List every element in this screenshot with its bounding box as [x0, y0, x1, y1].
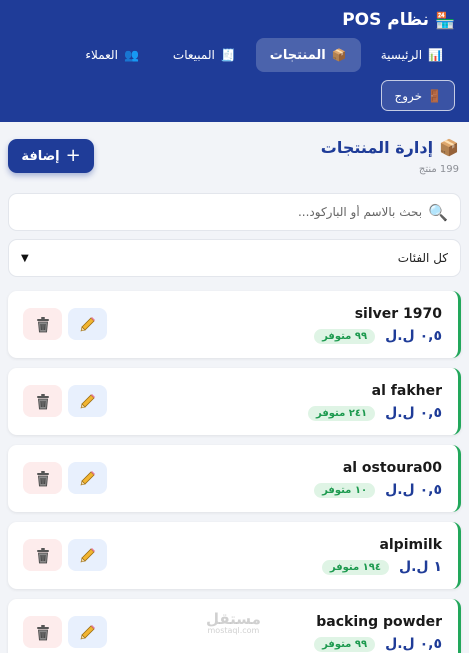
- stock-badge: ٩٩ متوفر: [314, 328, 376, 344]
- stock-badge: ١٠ متوفر: [314, 482, 376, 498]
- edit-button[interactable]: [68, 385, 107, 417]
- page-title-text: إدارة المنتجات: [320, 138, 434, 157]
- product-name: backing powder: [316, 614, 442, 630]
- search-box: 🔍: [8, 193, 461, 231]
- nav-customers-label: العملاء: [85, 48, 118, 62]
- logout-button[interactable]: 🚪 خروج: [381, 80, 455, 111]
- nav-home-label: الرئيسية: [380, 48, 423, 62]
- nav-sales-label: المبيعات: [172, 48, 215, 62]
- edit-button[interactable]: [68, 616, 107, 648]
- product-price: ٠,٥ ل.ل: [385, 328, 442, 344]
- edit-button[interactable]: [68, 462, 107, 494]
- logout-label: خروج: [394, 88, 423, 103]
- product-actions: [23, 308, 107, 340]
- nav-customers[interactable]: 👥 العملاء: [71, 38, 152, 72]
- product-list: silver 1970 ٠,٥ ل.ل ٩٩ متوفر al fakher ٠…: [8, 291, 461, 653]
- product-info: ٠,٥ ل.ل ٢٤١ متوفر: [307, 405, 442, 421]
- box-icon: 📦: [331, 48, 347, 62]
- product-card: al ostoura00 ٠,٥ ل.ل ١٠ متوفر: [8, 445, 461, 512]
- product-name: alpimilk: [379, 537, 442, 553]
- product-actions: [23, 385, 107, 417]
- product-count: 199 منتج: [418, 164, 459, 175]
- product-card: silver 1970 ٠,٥ ل.ل ٩٩ متوفر: [8, 291, 461, 358]
- delete-button[interactable]: [23, 308, 62, 340]
- nav-products[interactable]: 📦 المنتجات: [255, 38, 361, 72]
- pencil-icon: [80, 393, 95, 408]
- product-name: al fakher: [371, 383, 442, 399]
- product-price: ٠,٥ ل.ل: [385, 482, 442, 498]
- product-actions: [23, 462, 107, 494]
- delete-button[interactable]: [23, 616, 62, 648]
- stock-badge: ٢٤١ متوفر: [307, 405, 376, 421]
- nav-home[interactable]: 📊 الرئيسية: [367, 38, 457, 72]
- category-select-value: كل الفئات: [397, 251, 448, 265]
- category-select[interactable]: كل الفئات ▼: [8, 239, 461, 277]
- receipt-icon: 🧾: [220, 48, 236, 62]
- app-title: نظام POS: [342, 10, 430, 30]
- pencil-icon: [80, 624, 95, 639]
- trash-icon: [36, 470, 49, 486]
- product-price: ٠,٥ ل.ل: [385, 405, 442, 421]
- nav-sales[interactable]: 🧾 المبيعات: [159, 38, 250, 72]
- stock-badge: ١٩٤ متوفر: [321, 559, 389, 575]
- add-product-button[interactable]: + إضافة: [8, 139, 94, 173]
- add-product-label: إضافة: [21, 148, 60, 164]
- door-icon: 🚪: [427, 88, 442, 103]
- product-actions: [23, 539, 107, 571]
- app-brand: 🏪 نظام POS: [342, 10, 455, 30]
- delete-button[interactable]: [23, 385, 62, 417]
- watermark-sub: mostaql.com: [207, 626, 260, 635]
- product-info: ٠,٥ ل.ل ١٠ متوفر: [314, 482, 442, 498]
- product-name: silver 1970: [354, 306, 442, 322]
- main-nav: 📊 الرئيسية 📦 المنتجات 🧾 المبيعات 👥 العمل…: [71, 38, 457, 72]
- product-info: ٠,٥ ل.ل ٩٩ متوفر: [314, 636, 442, 652]
- app-header: 🏪 نظام POS 📊 الرئيسية 📦 المنتجات 🧾 المبي…: [0, 0, 469, 122]
- search-icon: 🔍: [428, 202, 448, 222]
- trash-icon: [36, 547, 49, 563]
- product-price: ٠,٥ ل.ل: [385, 636, 442, 652]
- edit-button[interactable]: [68, 539, 107, 571]
- product-name: al ostoura00: [342, 460, 442, 476]
- box-icon: 📦: [439, 138, 459, 157]
- edit-button[interactable]: [68, 308, 107, 340]
- product-actions: [23, 616, 107, 648]
- pencil-icon: [80, 316, 95, 331]
- search-input[interactable]: [21, 205, 423, 219]
- product-card: alpimilk ١ ل.ل ١٩٤ متوفر: [8, 522, 461, 589]
- product-card: al fakher ٠,٥ ل.ل ٢٤١ متوفر: [8, 368, 461, 435]
- delete-button[interactable]: [23, 462, 62, 494]
- nav-products-label: المنتجات: [269, 47, 326, 63]
- plus-icon: +: [65, 145, 81, 166]
- delete-button[interactable]: [23, 539, 62, 571]
- chart-icon: 📊: [428, 48, 443, 62]
- users-icon: 👥: [123, 48, 139, 62]
- trash-icon: [36, 316, 49, 332]
- page-header: 📦 إدارة المنتجات 199 منتج + إضافة: [8, 138, 459, 182]
- product-info: ٠,٥ ل.ل ٩٩ متوفر: [314, 328, 442, 344]
- stock-badge: ٩٩ متوفر: [314, 636, 376, 652]
- pencil-icon: [80, 470, 95, 485]
- product-info: ١ ل.ل ١٩٤ متوفر: [321, 559, 442, 575]
- chevron-down-icon: ▼: [21, 252, 29, 264]
- pencil-icon: [80, 547, 95, 562]
- trash-icon: [36, 624, 49, 640]
- trash-icon: [36, 393, 49, 409]
- product-price: ١ ل.ل: [398, 559, 442, 575]
- watermark: مستقل mostaql.com: [206, 612, 261, 635]
- page-title: 📦 إدارة المنتجات: [321, 138, 459, 157]
- store-icon: 🏪: [435, 10, 455, 30]
